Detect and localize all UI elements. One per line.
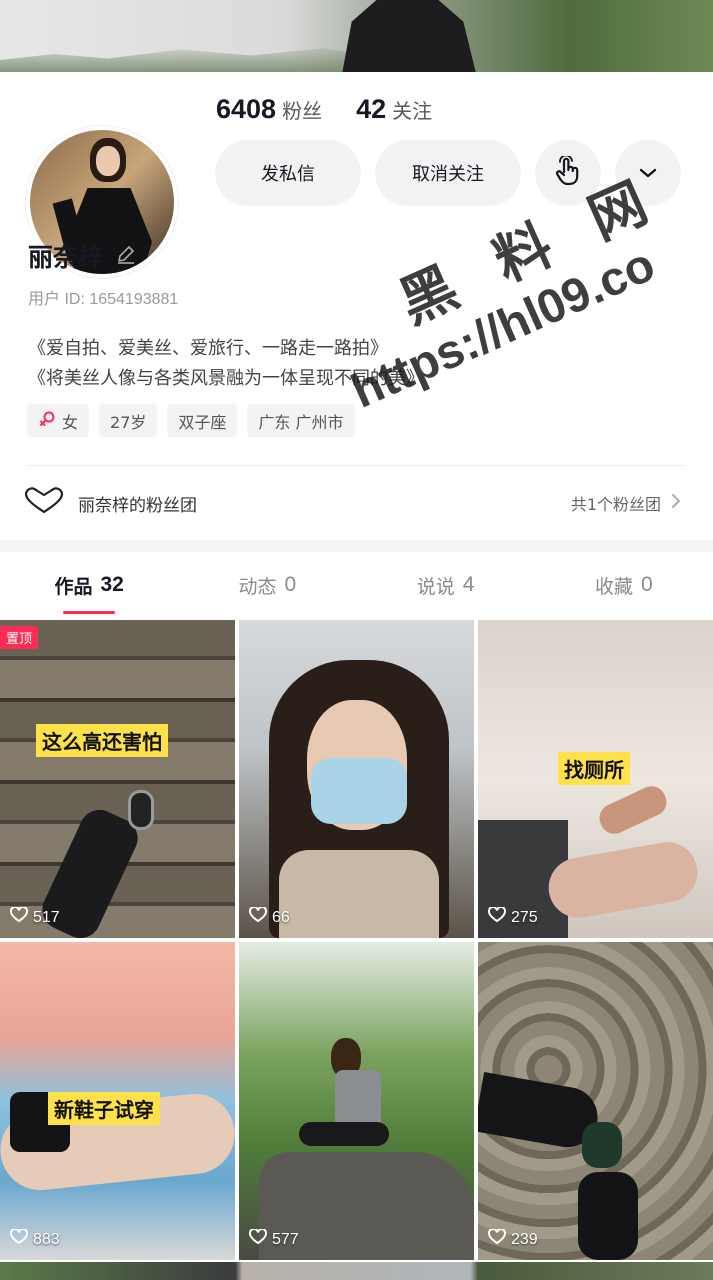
content-tabs: 作品 32 动态 0 说说 4 收藏 0 bbox=[0, 552, 713, 618]
profile-stats: 6408 粉丝 42 关注 bbox=[216, 94, 432, 125]
next-row-thumbnails bbox=[0, 1262, 713, 1280]
like-count-value: 275 bbox=[511, 908, 538, 926]
location-tag: 广东 广州市 bbox=[247, 404, 355, 437]
tab-label: 动态 bbox=[238, 575, 277, 598]
video-thumbnail[interactable]: 577 bbox=[239, 942, 474, 1260]
bio-line: 《将美丝人像与各类风景融为一体呈现不同的美》 bbox=[28, 368, 424, 389]
video-thumbnail[interactable]: 新鞋子试穿 883 bbox=[0, 942, 235, 1260]
zodiac-tag: 双子座 bbox=[167, 404, 238, 437]
gender-tag: 女 bbox=[27, 404, 90, 437]
chevron-down-icon bbox=[638, 163, 658, 184]
video-caption: 这么高还害怕 bbox=[36, 724, 168, 757]
video-thumbnail[interactable]: 239 bbox=[478, 942, 713, 1260]
cover-hills bbox=[0, 48, 360, 72]
following-label: 关注 bbox=[392, 99, 433, 123]
like-count: 577 bbox=[249, 1228, 299, 1250]
heart-icon bbox=[488, 1228, 506, 1250]
video-grid: 置顶 这么高还害怕 517 66 找厕所 275 新鞋子试穿 883 577 2… bbox=[0, 620, 713, 1280]
section-gap bbox=[0, 540, 713, 552]
following-stat[interactable]: 42 关注 bbox=[356, 94, 432, 125]
tap-hand-icon bbox=[555, 154, 581, 191]
followers-stat[interactable]: 6408 粉丝 bbox=[216, 94, 322, 125]
fanclub-row[interactable]: 丽奈梓的粉丝团 共1个粉丝团 bbox=[0, 466, 713, 540]
like-count-value: 577 bbox=[272, 1230, 299, 1248]
tab-label: 说说 bbox=[416, 575, 455, 598]
like-count: 239 bbox=[488, 1228, 538, 1250]
profile-name: 丽奈梓 bbox=[28, 243, 104, 272]
followers-label: 粉丝 bbox=[282, 99, 323, 123]
tab-count: 0 bbox=[284, 573, 297, 596]
chevron-right-icon bbox=[671, 493, 681, 513]
like-count-value: 239 bbox=[511, 1230, 538, 1248]
tab-count: 0 bbox=[641, 573, 653, 596]
female-icon bbox=[38, 410, 56, 432]
pinned-badge: 置顶 bbox=[0, 626, 39, 649]
tab-count: 4 bbox=[462, 573, 475, 596]
cover-figure bbox=[342, 0, 476, 72]
video-caption: 找厕所 bbox=[558, 752, 630, 785]
like-count: 517 bbox=[10, 906, 60, 928]
heart-icon bbox=[249, 906, 267, 928]
tab-label: 作品 bbox=[54, 575, 93, 598]
profile-actions: 发私信 取消关注 bbox=[215, 140, 681, 206]
name-row: 丽奈梓 bbox=[28, 238, 137, 274]
following-count: 42 bbox=[356, 94, 387, 124]
profile-bio: 《爱自拍、爱美丝、爱旅行、一路走一路拍》 《将美丝人像与各类风景融为一体呈现不同… bbox=[28, 334, 424, 394]
edit-icon[interactable] bbox=[115, 243, 137, 269]
message-button[interactable]: 发私信 bbox=[215, 140, 361, 206]
gender-label: 女 bbox=[62, 412, 79, 432]
tab-posts[interactable]: 说说 4 bbox=[357, 552, 535, 618]
user-id: 用户 ID: 1654193881 bbox=[28, 291, 179, 308]
followers-count: 6408 bbox=[216, 94, 277, 124]
fanclub-summary: 共1个粉丝团 bbox=[570, 495, 661, 514]
heart-outline-icon bbox=[24, 486, 64, 520]
like-count-value: 517 bbox=[33, 908, 60, 926]
tab-count: 32 bbox=[100, 573, 124, 596]
video-thumbnail[interactable]: 找厕所 275 bbox=[478, 620, 713, 938]
unfollow-button[interactable]: 取消关注 bbox=[375, 140, 521, 206]
heart-icon bbox=[10, 1228, 28, 1250]
video-caption: 新鞋子试穿 bbox=[48, 1092, 160, 1125]
more-options-button[interactable] bbox=[615, 140, 681, 206]
profile-card: 6408 粉丝 42 关注 发私信 取消关注 丽奈梓 用户 ID: 165419… bbox=[0, 72, 713, 540]
tab-label: 收藏 bbox=[595, 575, 634, 598]
tab-favorites[interactable]: 收藏 0 bbox=[535, 552, 713, 618]
like-count-value: 66 bbox=[272, 908, 290, 926]
fanclub-title: 丽奈梓的粉丝团 bbox=[78, 495, 197, 516]
cover-image bbox=[0, 0, 713, 72]
profile-tags: 女 27岁 双子座 广东 广州市 bbox=[27, 404, 355, 437]
tab-updates[interactable]: 动态 0 bbox=[178, 552, 356, 618]
like-count: 883 bbox=[10, 1228, 60, 1250]
like-count: 275 bbox=[488, 906, 538, 928]
heart-icon bbox=[249, 1228, 267, 1250]
age-tag: 27岁 bbox=[99, 404, 158, 437]
heart-icon bbox=[488, 906, 506, 928]
tab-works[interactable]: 作品 32 bbox=[0, 552, 178, 618]
bio-line: 《爱自拍、爱美丝、爱旅行、一路走一路拍》 bbox=[28, 338, 388, 359]
video-thumbnail[interactable]: 置顶 这么高还害怕 517 bbox=[0, 620, 235, 938]
poke-button[interactable] bbox=[535, 140, 601, 206]
like-count-value: 883 bbox=[33, 1230, 60, 1248]
video-thumbnail[interactable]: 66 bbox=[239, 620, 474, 938]
like-count: 66 bbox=[249, 906, 290, 928]
heart-icon bbox=[10, 906, 28, 928]
